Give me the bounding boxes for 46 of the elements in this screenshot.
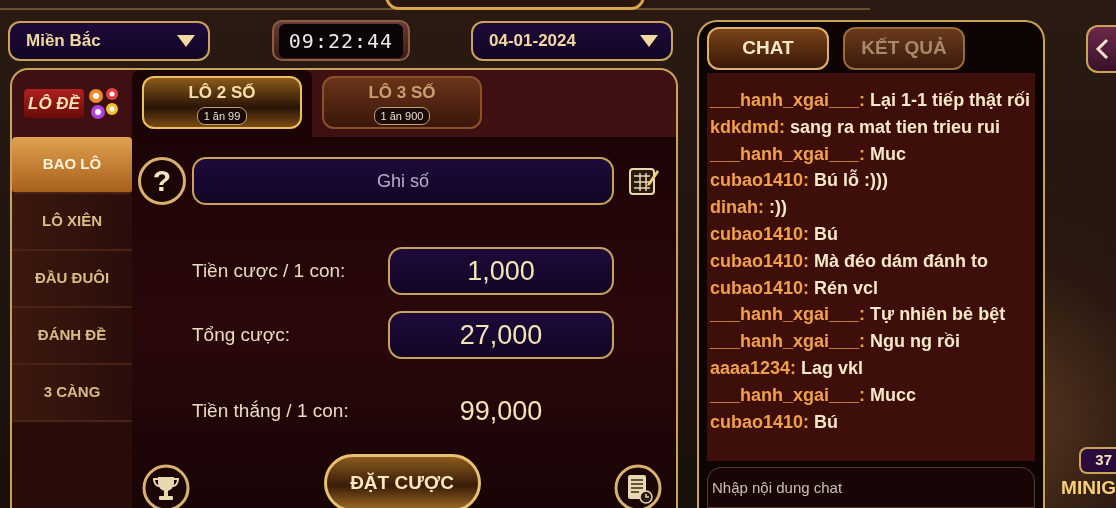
chat-message: dinah: :)) <box>710 196 788 220</box>
chat-message: ___hanh_xgai___: Lại 1-1 tiếp thật rối <box>710 89 1031 112</box>
chat-message: cubao1410: Mà đéo dám đánh to <box>710 249 990 273</box>
bet-category-tab[interactable]: ĐẦU ĐUÔI <box>12 251 132 308</box>
bet-category-tab[interactable]: ĐÁNH ĐỀ <box>12 308 132 365</box>
minigame-label[interactable]: MINIG <box>1061 473 1116 502</box>
chat-message: ___hanh_xgai___: Ngu ng rồi <box>710 330 962 354</box>
chat-message: ___hanh_xgai___: Tự nhiên bẻ bệt <box>710 303 1007 327</box>
odds-badge: 1 ăn 900 <box>373 106 431 125</box>
chat-input-field[interactable]: Nhập nội dung chat <box>707 467 1035 508</box>
help-button[interactable]: ? <box>138 157 186 205</box>
chat-message: ___hanh_xgai___: Mucc <box>710 383 918 407</box>
stake-field[interactable]: 1,000 <box>388 247 614 295</box>
stake-label: Tiền cược / 1 con: <box>192 258 347 283</box>
chat-message: cubao1410: Bú lỗ :))) <box>710 168 890 193</box>
chat-panel-tab[interactable]: CHAT <box>707 27 829 70</box>
minigame-count-badge: 37 <box>1079 447 1116 474</box>
history-icon[interactable] <box>614 464 662 508</box>
chat-message: aaaa1234: Lag vkl <box>710 356 865 380</box>
dropdown-arrow-icon <box>176 33 196 48</box>
clock-display: 09:22:44 <box>278 23 404 58</box>
region-dropdown[interactable]: Miền Bắc <box>8 20 210 61</box>
chat-message: cubao1410: Bú <box>710 223 840 246</box>
chat-message: cubao1410: Rén vcl <box>710 276 880 300</box>
chat-message: ___hanh_xgai___: Muc <box>710 142 908 166</box>
chat-panel-tab[interactable]: KẾT QUẢ <box>843 27 965 70</box>
win-label: Tiền thắng / 1 con: <box>192 399 350 423</box>
bet-category-tab[interactable]: 3 CÀNG <box>12 365 132 422</box>
dropdown-arrow-icon <box>639 33 659 48</box>
lottery-type-tab[interactable]: LÔ 3 SỐ 1 ăn 900 <box>322 76 482 129</box>
chevron-left-icon <box>1095 38 1109 60</box>
bet-category-tab[interactable]: LÔ XIÊN <box>12 194 132 251</box>
win-amount: 99,000 <box>458 395 544 428</box>
chat-message: kdkdmd: sang ra mat tien trieu rui <box>710 115 1002 139</box>
edit-grid-icon[interactable] <box>628 165 660 197</box>
trophy-icon[interactable] <box>142 464 190 508</box>
chat-message: cubao1410: Bú <box>710 410 840 434</box>
place-bet-button[interactable]: ĐẶT CƯỢC <box>323 454 481 508</box>
logo: LÔ ĐỀ <box>24 88 84 119</box>
total-label: Tổng cược: <box>192 322 292 347</box>
date-dropdown[interactable]: 04-01-2024 <box>471 20 673 61</box>
side-toggle-button[interactable] <box>1086 25 1116 73</box>
number-input-field[interactable]: Ghi số <box>192 157 614 205</box>
total-field[interactable]: 27,000 <box>388 311 614 359</box>
lottery-type-tab[interactable]: LÔ 2 SỐ 1 ăn 99 <box>142 76 302 129</box>
odds-badge: 1 ăn 99 <box>196 106 248 125</box>
